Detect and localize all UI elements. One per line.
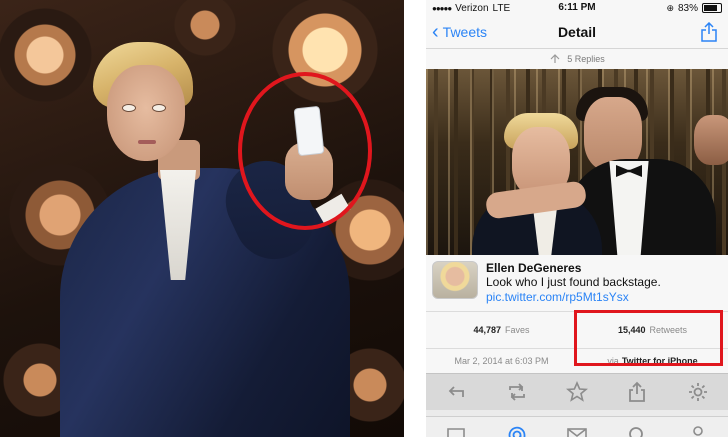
profile-person-icon[interactable] [686, 423, 710, 437]
share-out-icon[interactable] [626, 381, 648, 403]
battery-icon [702, 3, 722, 13]
tweet-link[interactable]: pic.twitter.com/rp5Mt1sYsx [486, 290, 629, 304]
divider [404, 0, 426, 437]
retweet-icon[interactable] [506, 381, 528, 403]
status-bar: ●●●●● Verizon LTE 6:11 PM ⊕ 83% [426, 0, 728, 16]
avatar[interactable] [432, 261, 478, 299]
replies-toggle[interactable]: 5 Replies [426, 49, 728, 69]
left-eye [122, 104, 136, 112]
chevron-left-icon: ‹ [432, 21, 439, 43]
mouth [138, 140, 156, 144]
clock: 6:11 PM [558, 2, 596, 13]
replies-count: 5 Replies [567, 54, 605, 64]
red-highlight-circle [238, 72, 372, 230]
face [107, 65, 185, 161]
navigation-bar: ‹ Tweets Detail [426, 16, 728, 49]
tweet-photo[interactable] [426, 69, 728, 255]
faves-label: Faves [505, 325, 530, 335]
twitter-detail-screen: ●●●●● Verizon LTE 6:11 PM ⊕ 83% ‹ Tweets… [426, 0, 728, 437]
author-name[interactable]: Ellen DeGeneres [486, 261, 581, 275]
tweet-action-bar [426, 373, 728, 410]
bottom-tab-bar [426, 416, 728, 437]
timestamp: Mar 2, 2014 at 6:03 PM [454, 356, 549, 366]
search-icon[interactable] [625, 423, 649, 437]
ellen-selfie-photo [0, 0, 404, 437]
share-icon[interactable] [700, 22, 718, 42]
mail-envelope-icon[interactable] [565, 423, 589, 437]
background-person [694, 115, 728, 165]
faves-stat[interactable]: 44,787 Faves [426, 312, 577, 348]
back-label: Tweets [442, 24, 488, 40]
red-highlight-box [574, 310, 723, 366]
arrow-up-icon [550, 54, 560, 63]
tweet-body: Ellen DeGeneres Look who I just found ba… [426, 255, 728, 311]
tweet-text: Look who I just found backstage. [486, 275, 661, 289]
chat-bubble-icon[interactable] [444, 423, 468, 437]
favorite-star-icon[interactable] [565, 381, 588, 403]
faves-count: 44,787 [473, 325, 501, 335]
settings-gear-icon[interactable] [687, 381, 709, 403]
reply-icon[interactable] [445, 381, 467, 403]
right-eye [152, 104, 166, 112]
mention-at-icon[interactable] [505, 423, 529, 437]
back-to-tweets-button[interactable]: ‹ Tweets [426, 22, 487, 42]
